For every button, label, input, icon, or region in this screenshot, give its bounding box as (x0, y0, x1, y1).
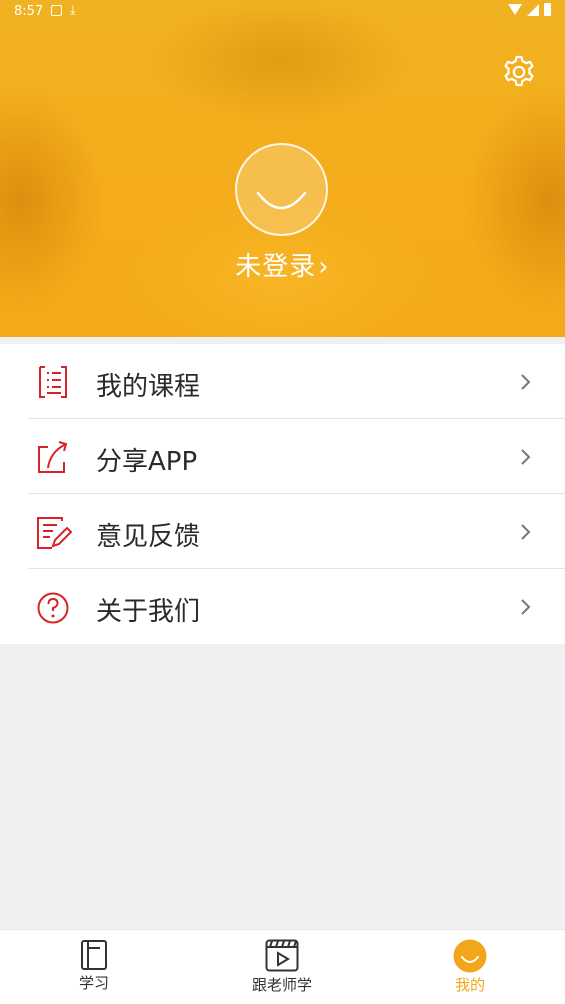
share-icon (38, 441, 68, 473)
course-list-icon (39, 366, 67, 398)
chevron-right-icon (521, 599, 531, 615)
menu-label: 关于我们 (96, 597, 201, 627)
tab-study[interactable]: 学习 (54, 930, 134, 1004)
profile-header: 8:57 ⤓ 未登录› (0, 0, 565, 337)
download-icon: ⤓ (70, 3, 76, 18)
menu-label: 意见反馈 (96, 522, 201, 552)
status-time: 8:57 (14, 4, 44, 19)
menu-item-my-courses[interactable]: 我的课程 (0, 344, 565, 419)
notification-icon (51, 5, 62, 16)
battery-icon (544, 3, 551, 16)
settings-button[interactable] (500, 53, 538, 91)
tab-label: 跟老师学 (251, 976, 312, 994)
cellular-signal-icon (527, 3, 539, 16)
menu-label: 我的课程 (96, 372, 201, 402)
status-indicators (508, 3, 551, 16)
chevron-right-icon: › (318, 252, 330, 282)
status-bar: 8:57 ⤓ (0, 0, 565, 24)
tab-mine[interactable]: 我的 (430, 930, 510, 1004)
menu-label: 分享APP (96, 447, 198, 477)
chevron-right-icon (521, 524, 531, 540)
chevron-right-icon (521, 449, 531, 465)
video-play-icon (265, 939, 299, 972)
gear-icon (504, 55, 534, 87)
question-circle-icon (37, 592, 69, 624)
feedback-edit-icon (37, 517, 72, 549)
notebook-icon (81, 940, 107, 970)
profile-menu: 我的课程 分享APP 意见反馈 关于我们 (0, 344, 565, 644)
bottom-tab-bar: 学习 跟老师学 我的 (0, 929, 565, 1004)
chevron-right-icon (521, 374, 531, 390)
menu-item-share-app[interactable]: 分享APP (0, 419, 565, 494)
login-link[interactable]: 未登录› (0, 246, 565, 283)
smile-face-icon (453, 939, 487, 973)
avatar[interactable] (235, 143, 328, 236)
wifi-icon (508, 4, 522, 15)
menu-item-feedback[interactable]: 意见反馈 (0, 494, 565, 569)
tab-label: 学习 (78, 974, 109, 992)
smile-face-icon (256, 191, 307, 210)
login-label: 未登录 (235, 252, 317, 282)
menu-item-about-us[interactable]: 关于我们 (0, 569, 565, 644)
tab-label: 我的 (454, 976, 485, 994)
tab-follow-teacher[interactable]: 跟老师学 (232, 930, 332, 1004)
